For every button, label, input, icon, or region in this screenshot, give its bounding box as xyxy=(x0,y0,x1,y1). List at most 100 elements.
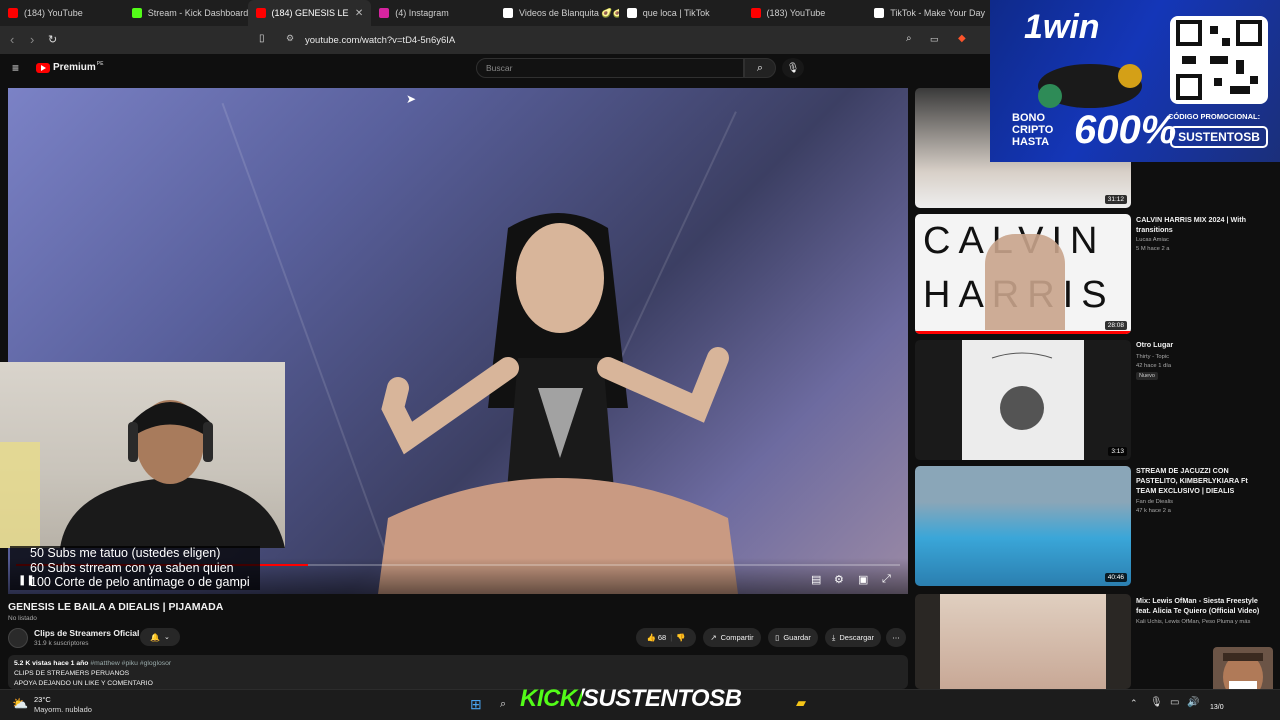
like-button[interactable]: 👍 68 xyxy=(646,633,666,642)
goal-line: 100 Corte de pelo antimage o de gampi xyxy=(30,575,250,589)
recommended-meta: 5 M hace 2 a xyxy=(1136,246,1170,252)
dislike-button[interactable]: 👎 xyxy=(676,633,685,642)
microphone-icon[interactable]: 🎙 xyxy=(1150,697,1163,708)
settings-gear-icon[interactable]: ⚙ xyxy=(834,573,844,586)
channel-subscribers: 31.9 k suscriptores xyxy=(34,640,89,647)
qr-code xyxy=(1170,16,1268,104)
bell-icon: 🔔 xyxy=(150,632,161,642)
tab-tiktok-home[interactable]: TikTok - Make Your Day xyxy=(866,0,990,26)
reload-icon[interactable]: ↻ xyxy=(48,33,57,46)
recommended-channel[interactable]: Thirty - Topic xyxy=(1136,353,1264,361)
more-icon: ⋯ xyxy=(892,633,900,642)
pause-icon[interactable]: ❚❚ xyxy=(18,575,35,586)
more-actions-button[interactable]: ⋯ xyxy=(886,628,906,647)
close-icon[interactable]: ✕ xyxy=(355,8,363,19)
zoom-icon[interactable]: ⌕ xyxy=(906,33,912,44)
recommended-thumbnail[interactable]: 3:13 xyxy=(915,340,1131,460)
captions-icon[interactable]: ▤ xyxy=(811,573,821,586)
recommended-channel[interactable]: Lucas Amiac xyxy=(1136,236,1264,244)
thumbnail-portrait xyxy=(985,234,1065,330)
save-button[interactable]: ▯ Guardar xyxy=(768,628,818,647)
tiktok-favicon-icon xyxy=(626,8,637,18)
tiktok-favicon-icon xyxy=(503,8,513,18)
recommended-channel[interactable]: Kali Uchis, Lewis OfMan, Peso Pluma y má… xyxy=(1136,618,1264,626)
goal-line: 60 Subs strream con ya saben quien xyxy=(30,560,234,575)
search-icon[interactable]: ⌕ xyxy=(500,698,506,711)
ad-coin-stack xyxy=(1038,64,1142,108)
new-badge: Nuevo xyxy=(1136,372,1158,380)
tab-kick-dashboard[interactable]: Stream - Kick Dashboard xyxy=(124,0,248,26)
thumbs-up-icon: 👍 xyxy=(646,633,656,642)
channel-name[interactable]: Clips de Streamers Oficial xyxy=(34,628,139,638)
goal-line: 50 Subs me tatuo (ustedes eligen) xyxy=(30,546,221,560)
download-button[interactable]: ⤓ Descargar xyxy=(825,628,881,647)
recommended-title[interactable]: CALVIN HARRIS MIX 2024 | With transition… xyxy=(1136,215,1264,235)
tab-instagram[interactable]: (4) Instagram xyxy=(371,0,495,26)
recommended-title[interactable]: STREAM DE JACUZZI CON PASTELITO, KIMBERL… xyxy=(1136,466,1264,496)
tab-tiktok-loca[interactable]: que loca | TikTok xyxy=(619,0,743,26)
back-icon[interactable]: ‹ xyxy=(10,32,14,47)
weather-temperature[interactable]: 23°C xyxy=(34,695,51,704)
recommended-meta: 42 hace 1 día xyxy=(1136,363,1172,369)
miniplayer-icon[interactable]: ▣ xyxy=(858,573,868,586)
youtube-favicon-icon xyxy=(255,8,266,18)
tab-active-video[interactable]: (184) GENESIS LE ✕ xyxy=(247,0,372,26)
youtube-favicon-icon xyxy=(8,8,18,18)
album-cover xyxy=(962,340,1084,460)
weather-icon[interactable]: ⛅ xyxy=(12,696,28,712)
bookmark-icon[interactable]: ▯ xyxy=(259,33,265,44)
share-button[interactable]: ↗ Compartir xyxy=(703,628,761,647)
youtube-logo[interactable]: Premium PE xyxy=(36,60,104,73)
windows-taskbar: ⛅ 23°C Mayorm. nublado ⊞ ⌕ KICK/SUSTENTO… xyxy=(0,685,1280,720)
search-icon: ⌕ xyxy=(756,61,764,74)
thumbnail-portrait xyxy=(940,594,1106,689)
ad-promo-code: SUSTENTOSB xyxy=(1170,126,1268,148)
notifications-button[interactable]: 🔔 ⌄ xyxy=(140,628,180,646)
kick-channel-banner: KICK/SUSTENTOSB xyxy=(520,685,742,712)
tab-youtube[interactable]: (184) YouTube xyxy=(0,0,124,26)
channel-avatar[interactable] xyxy=(8,628,28,648)
unlisted-badge: No listado xyxy=(8,615,37,622)
ad-logo: 1win xyxy=(1024,8,1100,46)
ad-promo-label: CÓDIGO PROMOCIONAL: xyxy=(1168,112,1261,121)
stream-goals-overlay: 50 Subs me tatuo (ustedes eligen) 60 Sub… xyxy=(10,546,260,590)
youtube-favicon-icon xyxy=(750,8,761,18)
tab-youtube-2[interactable]: (183) YouTube xyxy=(743,0,867,26)
share-icon: ↗ xyxy=(710,633,717,642)
menu-icon[interactable]: ≡ xyxy=(12,61,19,75)
mouse-cursor-icon: ➤ xyxy=(406,92,417,106)
tab-tiktok-videos[interactable]: Videos de Blanquita 🥑🥑 xyxy=(495,0,619,26)
recommended-channel[interactable]: Fan de Diealis xyxy=(1136,498,1264,506)
cast-icon[interactable]: ▭ xyxy=(930,34,939,45)
recommended-title[interactable]: Otro Lugar xyxy=(1136,340,1264,350)
address-bar[interactable]: ⚙ youtube.com/watch?v=tD4-5n6y6IA xyxy=(280,30,990,50)
fullscreen-icon[interactable]: ⤢ xyxy=(882,573,891,586)
search-button[interactable]: ⌕ xyxy=(744,58,776,78)
browser-tab-bar: (184) YouTube Stream - Kick Dashboard (1… xyxy=(0,0,990,26)
microphone-icon: 🎙 xyxy=(786,62,800,74)
recommended-thumbnail[interactable] xyxy=(915,594,1131,689)
region-badge: PE xyxy=(96,60,104,67)
forward-icon[interactable]: › xyxy=(30,32,34,47)
recommended-title[interactable]: Mix: Lewis OfMan - Siesta Freestyle feat… xyxy=(1136,596,1264,616)
site-info-icon[interactable]: ⚙ xyxy=(286,33,294,44)
weather-description: Mayorm. nublado xyxy=(34,705,92,714)
video-description[interactable]: 5.2 K vistas hace 1 año #matthew #piku #… xyxy=(8,655,908,689)
windows-start-icon[interactable]: ⊞ xyxy=(470,696,482,713)
instagram-favicon-icon xyxy=(379,8,390,18)
tray-chevron-icon[interactable]: ⌃ xyxy=(1130,698,1138,709)
brave-shield-icon[interactable]: ◆ xyxy=(958,33,966,44)
tray-date[interactable]: 13/0 xyxy=(1210,704,1224,711)
recommended-thumbnail[interactable]: 40:46 xyxy=(915,466,1131,586)
ad-percent: 600% xyxy=(1074,108,1177,152)
voice-search-button[interactable]: 🎙 xyxy=(782,58,804,78)
youtube-play-icon xyxy=(36,62,50,73)
search-input[interactable]: Buscar xyxy=(476,58,744,78)
recommended-thumbnail[interactable]: CALVIN HARRIS 28:08 xyxy=(915,214,1131,334)
browser-toolbar: ‹ › ↻ ▯ ⚙ youtube.com/watch?v=tD4-5n6y6I… xyxy=(0,26,990,54)
network-icon[interactable]: ▭ xyxy=(1170,697,1179,708)
volume-icon[interactable]: 🔊 xyxy=(1187,697,1199,708)
file-explorer-icon[interactable]: ▰ xyxy=(796,695,806,711)
chevron-down-icon: ⌄ xyxy=(164,634,170,641)
tiktok-favicon-icon xyxy=(874,8,885,18)
